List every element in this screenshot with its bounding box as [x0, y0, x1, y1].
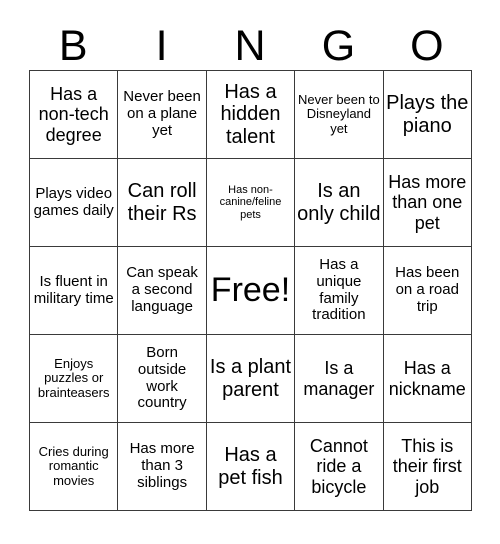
- bingo-row: Cries during romantic movies Has more th…: [28, 422, 472, 511]
- bingo-cell[interactable]: Has been on a road trip: [382, 246, 472, 335]
- bingo-header-row: B I N G O: [29, 8, 471, 70]
- bingo-cell[interactable]: Cannot ride a bicycle: [294, 422, 384, 511]
- bingo-header-letter-b: B: [58, 22, 88, 70]
- bingo-cell[interactable]: Has a hidden talent: [205, 70, 296, 159]
- bingo-cell[interactable]: Born outside work country: [117, 334, 207, 423]
- bingo-cell[interactable]: This is their first job: [382, 422, 472, 511]
- bingo-card: B I N G O Has a non-tech degree Never be…: [28, 8, 472, 511]
- bingo-cell[interactable]: Is a plant parent: [205, 334, 296, 423]
- bingo-row: Plays video games daily Can roll their R…: [28, 158, 472, 247]
- bingo-cell[interactable]: Never been to Disneyland yet: [294, 70, 384, 159]
- bingo-cell[interactable]: Has a unique family tradition: [294, 246, 384, 335]
- bingo-row: Enjoys puzzles or brainteasers Born outs…: [28, 334, 472, 423]
- bingo-cell[interactable]: Is a manager: [294, 334, 384, 423]
- bingo-cell[interactable]: Has more than 3 siblings: [117, 422, 207, 511]
- bingo-grid: Has a non-tech degree Never been on a pl…: [28, 70, 472, 511]
- bingo-header-letter-g: G: [321, 22, 356, 70]
- bingo-header-letter-i: I: [155, 22, 168, 70]
- bingo-cell[interactable]: Has non-canine/feline pets: [205, 158, 296, 247]
- bingo-row: Is fluent in military time Can speak a s…: [28, 246, 472, 335]
- bingo-cell[interactable]: Can speak a second language: [117, 246, 207, 335]
- bingo-cell[interactable]: Has a pet fish: [205, 422, 296, 511]
- bingo-header-letter-n: N: [234, 22, 266, 70]
- bingo-row: Has a non-tech degree Never been on a pl…: [28, 70, 472, 159]
- bingo-cell[interactable]: Is fluent in military time: [28, 246, 119, 335]
- bingo-cell[interactable]: Enjoys puzzles or brainteasers: [28, 334, 119, 423]
- bingo-cell[interactable]: Has a nickname: [382, 334, 472, 423]
- bingo-header-letter-o: O: [410, 22, 444, 70]
- bingo-cell[interactable]: Is an only child: [294, 158, 384, 247]
- bingo-cell[interactable]: Plays video games daily: [28, 158, 119, 247]
- bingo-cell-free[interactable]: Free!: [205, 246, 296, 335]
- bingo-cell[interactable]: Plays the piano: [382, 70, 472, 159]
- bingo-cell[interactable]: Has more than one pet: [382, 158, 472, 247]
- bingo-cell[interactable]: Has a non-tech degree: [28, 70, 119, 159]
- bingo-cell[interactable]: Never been on a plane yet: [117, 70, 207, 159]
- bingo-cell[interactable]: Cries during romantic movies: [28, 422, 119, 511]
- bingo-cell[interactable]: Can roll their Rs: [117, 158, 207, 247]
